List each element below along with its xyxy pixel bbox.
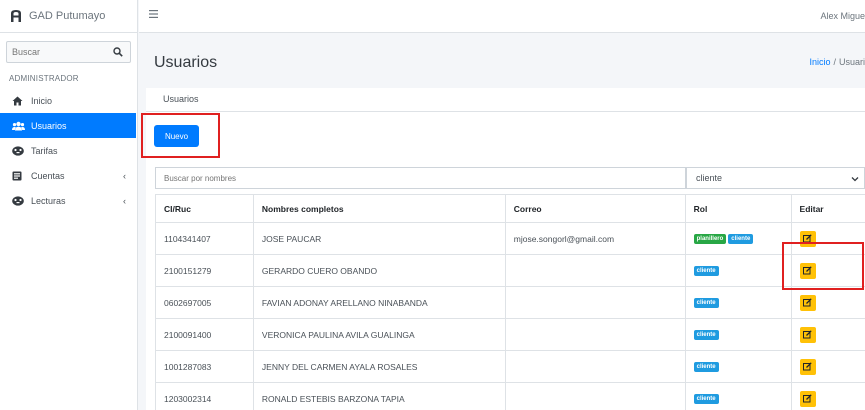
column-header-edit: Editar bbox=[790, 194, 865, 223]
lecturas-icon bbox=[12, 195, 28, 206]
cell-role: cliente bbox=[684, 350, 792, 383]
cell-edit bbox=[790, 382, 865, 410]
cell-name: RONALD ESTEBIS BARZONA TAPIA bbox=[252, 382, 506, 410]
sidebar-item-cuentas[interactable]: Cuentas ‹ bbox=[0, 163, 136, 188]
brand-name: GAD Putumayo bbox=[29, 10, 106, 22]
cell-name: FAVIAN ADONAY ARELLANO NINABANDA bbox=[252, 286, 506, 319]
cell-email bbox=[504, 318, 686, 351]
cell-ci: 1001287083 bbox=[155, 350, 254, 383]
column-header-ci[interactable]: CI/Ruc bbox=[155, 194, 254, 223]
cell-edit bbox=[790, 222, 865, 255]
page-title: Usuarios bbox=[154, 54, 218, 71]
cell-ci: 1203002314 bbox=[155, 382, 254, 410]
sidebar-item-label: Lecturas bbox=[31, 195, 66, 206]
sidebar-item-label: Usuarios bbox=[31, 120, 67, 131]
cell-role: cliente bbox=[684, 318, 792, 351]
chevron-left-icon: ‹ bbox=[123, 171, 126, 181]
sidebar-item-label: Cuentas bbox=[31, 170, 65, 181]
table-row: 1104341407 JOSE PAUCAR mjose.songorl@gma… bbox=[155, 222, 865, 255]
role-badge: cliente bbox=[728, 233, 754, 244]
edit-icon[interactable] bbox=[799, 262, 816, 279]
cell-role: cliente bbox=[684, 382, 792, 410]
edit-icon[interactable] bbox=[799, 230, 816, 247]
sidebar-search-input[interactable] bbox=[7, 42, 106, 62]
role-badge: cliente bbox=[693, 329, 719, 340]
cell-name: VERONICA PAULINA AVILA GUALINGA bbox=[252, 318, 506, 351]
table-row: 1203002314 RONALD ESTEBIS BARZONA TAPIA … bbox=[155, 382, 865, 410]
brand-logo-icon bbox=[9, 9, 23, 23]
table-row: 0602697005 FAVIAN ADONAY ARELLANO NINABA… bbox=[155, 286, 865, 319]
sidebar-search bbox=[6, 41, 131, 63]
nav-section-header: ADMINISTRADOR bbox=[9, 74, 79, 83]
column-header-email[interactable]: Correo bbox=[504, 194, 686, 223]
card-title: Usuarios bbox=[146, 88, 865, 112]
cell-edit bbox=[790, 350, 865, 383]
breadcrumb-home-link[interactable]: Inicio bbox=[809, 57, 830, 67]
edit-icon[interactable] bbox=[799, 326, 816, 343]
chevron-down-icon bbox=[851, 174, 859, 184]
users-icon bbox=[12, 121, 28, 131]
role-badge: cliente bbox=[693, 297, 719, 308]
edit-icon[interactable] bbox=[799, 294, 816, 311]
breadcrumb: Inicio / Usuari bbox=[809, 57, 865, 67]
cell-role: planillero cliente bbox=[684, 222, 792, 255]
cell-email: mjose.songorl@gmail.com bbox=[504, 222, 686, 255]
role-filter-select[interactable]: cliente bbox=[686, 167, 865, 189]
cell-ci: 2100091400 bbox=[155, 318, 254, 351]
cell-edit bbox=[790, 286, 865, 319]
sidebar-item-label: Tarifas bbox=[31, 145, 58, 156]
cell-role: cliente bbox=[684, 286, 792, 319]
breadcrumb-separator: / bbox=[833, 57, 836, 67]
cell-email bbox=[504, 382, 686, 410]
column-header-name[interactable]: Nombres completos bbox=[252, 194, 506, 223]
sidebar-item-usuarios[interactable]: Usuarios bbox=[0, 113, 136, 138]
tarifas-icon bbox=[12, 145, 28, 156]
cell-email bbox=[504, 254, 686, 287]
home-icon bbox=[12, 96, 28, 106]
cell-email bbox=[504, 350, 686, 383]
role-filter-value: cliente bbox=[696, 173, 723, 183]
role-badge: planillero bbox=[693, 233, 727, 244]
table-header-row: CI/Ruc Nombres completos Correo Rol Edit… bbox=[155, 194, 865, 223]
table-row: 1001287083 JENNY DEL CARMEN AYALA ROSALE… bbox=[155, 350, 865, 383]
cell-name: JOSE PAUCAR bbox=[252, 222, 506, 255]
role-badge: cliente bbox=[693, 361, 719, 372]
cell-ci: 2100151279 bbox=[155, 254, 254, 287]
column-header-role[interactable]: Rol bbox=[684, 194, 792, 223]
role-badge: cliente bbox=[693, 265, 719, 276]
table-row: 2100091400 VERONICA PAULINA AVILA GUALIN… bbox=[155, 318, 865, 351]
breadcrumb-current: Usuari bbox=[838, 57, 865, 67]
sidebar-item-inicio[interactable]: Inicio bbox=[0, 88, 136, 113]
cell-ci: 1104341407 bbox=[155, 222, 254, 255]
cell-role: cliente bbox=[684, 254, 792, 287]
cell-edit bbox=[790, 318, 865, 351]
cell-name: JENNY DEL CARMEN AYALA ROSALES bbox=[252, 350, 506, 383]
sidebar-item-tarifas[interactable]: Tarifas bbox=[0, 138, 136, 163]
sidebar-item-label: Inicio bbox=[31, 95, 53, 106]
cell-ci: 0602697005 bbox=[155, 286, 254, 319]
user-name[interactable]: Alex Migue bbox=[820, 11, 865, 21]
cuentas-icon bbox=[12, 171, 28, 181]
chevron-left-icon: ‹ bbox=[123, 196, 126, 206]
cell-edit bbox=[790, 254, 865, 287]
table-row: 2100151279 GERARDO CUERO OBANDO cliente bbox=[155, 254, 865, 287]
edit-icon[interactable] bbox=[799, 390, 816, 407]
name-filter-input[interactable] bbox=[155, 167, 686, 189]
cell-name: GERARDO CUERO OBANDO bbox=[252, 254, 506, 287]
users-table: CI/Ruc Nombres completos Correo Rol Edit… bbox=[155, 194, 865, 410]
cell-email bbox=[504, 286, 686, 319]
brand[interactable]: GAD Putumayo bbox=[0, 0, 137, 33]
sidebar-item-lecturas[interactable]: Lecturas ‹ bbox=[0, 188, 136, 213]
search-icon[interactable] bbox=[106, 42, 130, 62]
sidebar: GAD Putumayo ADMINISTRADOR Inicio Usuari… bbox=[0, 0, 138, 410]
hamburger-menu-icon[interactable] bbox=[149, 10, 158, 20]
edit-icon[interactable] bbox=[799, 358, 816, 375]
new-user-button[interactable]: Nuevo bbox=[154, 125, 199, 147]
role-badge: cliente bbox=[693, 393, 719, 404]
topbar: Alex Migue bbox=[139, 0, 865, 33]
